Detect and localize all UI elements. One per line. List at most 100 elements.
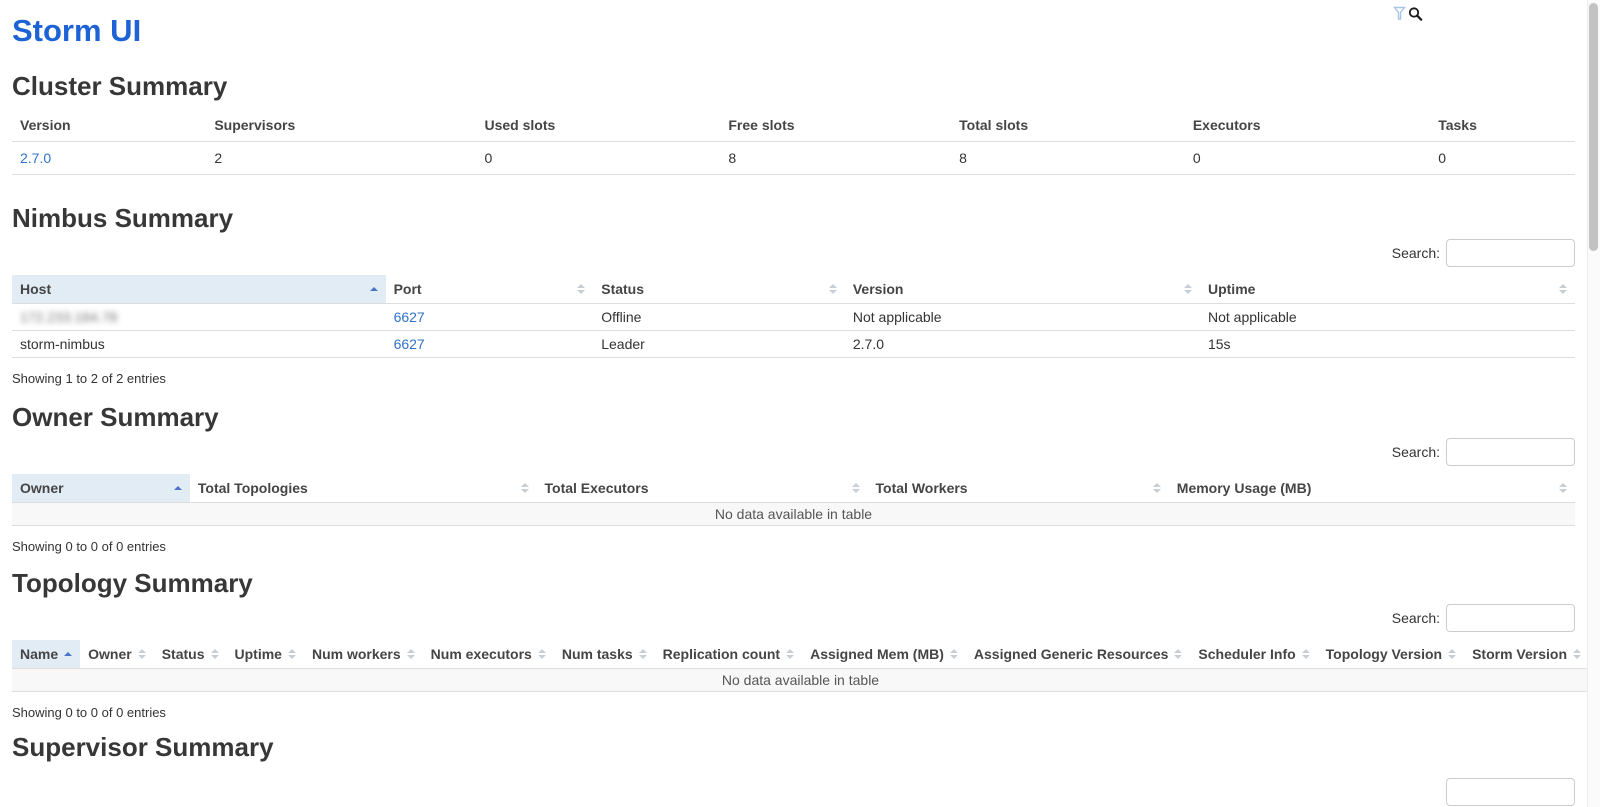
col-num-workers[interactable]: Num workers (304, 640, 423, 669)
sort-icon (521, 483, 529, 493)
col-version: Version (12, 109, 206, 142)
sort-asc-icon (64, 652, 72, 656)
sort-icon (407, 649, 415, 659)
col-host[interactable]: Host (12, 275, 386, 304)
col-owner[interactable]: Owner (80, 640, 154, 669)
version-link[interactable]: 2.7.0 (20, 150, 51, 166)
port-link[interactable]: 6627 (394, 336, 425, 352)
col-num-tasks[interactable]: Num tasks (554, 640, 655, 669)
cluster-summary-heading: Cluster Summary (12, 71, 1575, 101)
col-supervisors: Supervisors (206, 109, 476, 142)
col-uptime[interactable]: Uptime (1200, 275, 1575, 304)
sort-icon (288, 649, 296, 659)
sort-icon (1153, 483, 1161, 493)
cluster-summary-table: Version Supervisors Used slots Free slot… (12, 109, 1575, 175)
col-used-slots: Used slots (476, 109, 720, 142)
nimbus-entries-info: Showing 1 to 2 of 2 entries (12, 371, 1575, 386)
table-header-row: Host Port Status Version Uptime (12, 275, 1575, 304)
col-tasks: Tasks (1430, 109, 1575, 142)
search-label: Search: (1392, 610, 1440, 626)
col-total-topologies[interactable]: Total Topologies (190, 474, 537, 503)
col-owner[interactable]: Owner (12, 474, 190, 503)
empty-row: No data available in table (12, 669, 1589, 692)
col-scheduler-info[interactable]: Scheduler Info (1190, 640, 1317, 669)
sort-icon (1573, 649, 1581, 659)
sort-icon (950, 649, 958, 659)
col-total-workers[interactable]: Total Workers (868, 474, 1169, 503)
table-header-row: Name Owner Status Uptime Num workers (12, 640, 1589, 669)
sort-icon (639, 649, 647, 659)
page-title[interactable]: Storm UI (12, 13, 141, 49)
sort-icon (786, 649, 794, 659)
supervisor-search-row (12, 778, 1575, 806)
cell-status: Leader (593, 331, 845, 358)
owner-summary-heading: Owner Summary (12, 402, 1575, 432)
cell-total-slots: 8 (951, 142, 1185, 175)
vertical-scrollbar[interactable] (1587, 0, 1600, 807)
col-free-slots: Free slots (720, 109, 951, 142)
topology-summary-table: Name Owner Status Uptime Num workers (12, 640, 1589, 692)
cell-host: storm-nimbus (12, 331, 386, 358)
topology-summary-heading: Topology Summary (12, 568, 1575, 598)
empty-message: No data available in table (12, 669, 1589, 692)
col-topology-version[interactable]: Topology Version (1318, 640, 1464, 669)
sort-icon (577, 284, 585, 294)
col-version[interactable]: Version (845, 275, 1200, 304)
col-status[interactable]: Status (593, 275, 845, 304)
scrollbar-thumb[interactable] (1589, 3, 1598, 251)
table-row: 2.7.0 2 0 8 8 0 0 (12, 142, 1575, 175)
cell-free-slots: 8 (720, 142, 951, 175)
sort-icon (1559, 483, 1567, 493)
table-header-row: Version Supervisors Used slots Free slot… (12, 109, 1575, 142)
owner-search-input[interactable] (1446, 438, 1575, 466)
col-uptime[interactable]: Uptime (227, 640, 304, 669)
col-storm-version[interactable]: Storm Version (1464, 640, 1589, 669)
filter-icon[interactable] (1393, 6, 1406, 24)
sort-icon (1302, 649, 1310, 659)
sort-icon (538, 649, 546, 659)
col-status[interactable]: Status (154, 640, 227, 669)
col-assigned-mem[interactable]: Assigned Mem (MB) (802, 640, 966, 669)
sort-icon (211, 649, 219, 659)
col-name[interactable]: Name (12, 640, 80, 669)
sort-icon (138, 649, 146, 659)
port-link[interactable]: 6627 (394, 309, 425, 325)
col-num-executors[interactable]: Num executors (423, 640, 554, 669)
cell-version: Not applicable (845, 304, 1200, 331)
col-memory-usage[interactable]: Memory Usage (MB) (1169, 474, 1575, 503)
col-replication-count[interactable]: Replication count (655, 640, 802, 669)
cell-port: 6627 (386, 331, 594, 358)
table-row: 172.233.184.78 6627 Offline Not applicab… (12, 304, 1575, 331)
nimbus-search-row: Search: (12, 239, 1575, 267)
search-label: Search: (1392, 245, 1440, 261)
cell-uptime: Not applicable (1200, 304, 1575, 331)
sort-asc-icon (174, 486, 182, 490)
col-total-executors[interactable]: Total Executors (537, 474, 868, 503)
cell-tasks: 0 (1430, 142, 1575, 175)
supervisor-search-input[interactable] (1446, 778, 1575, 806)
col-executors: Executors (1185, 109, 1430, 142)
col-assigned-generic-resources[interactable]: Assigned Generic Resources (966, 640, 1191, 669)
sort-icon (1174, 649, 1182, 659)
owner-entries-info: Showing 0 to 0 of 0 entries (12, 539, 1575, 554)
cell-status: Offline (593, 304, 845, 331)
nimbus-summary-heading: Nimbus Summary (12, 203, 1575, 233)
topbar-icons (1393, 6, 1425, 25)
topology-search-input[interactable] (1446, 604, 1575, 632)
sort-icon (1448, 649, 1456, 659)
sort-icon (1184, 284, 1192, 294)
search-icon[interactable] (1408, 6, 1423, 25)
table-header-row: Owner Total Topologies Total Executors T… (12, 474, 1575, 503)
col-port[interactable]: Port (386, 275, 594, 304)
cell-uptime: 15s (1200, 331, 1575, 358)
sort-asc-icon (370, 287, 378, 291)
sort-icon (1559, 284, 1567, 294)
table-row: storm-nimbus 6627 Leader 2.7.0 15s (12, 331, 1575, 358)
empty-message: No data available in table (12, 503, 1575, 526)
nimbus-search-input[interactable] (1446, 239, 1575, 267)
cell-version: 2.7.0 (845, 331, 1200, 358)
sort-icon (829, 284, 837, 294)
cell-supervisors: 2 (206, 142, 476, 175)
cell-used-slots: 0 (476, 142, 720, 175)
host-redacted: 172.233.184.78 (20, 309, 117, 325)
